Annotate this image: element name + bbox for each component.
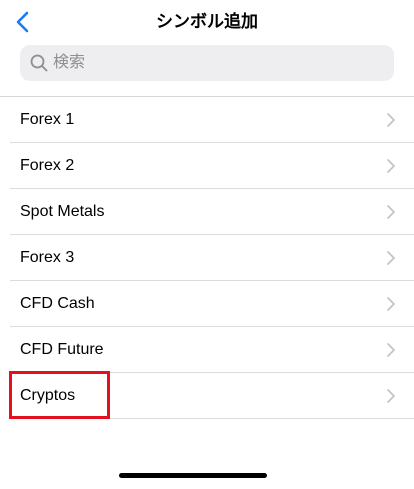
highlight-annotation-box bbox=[9, 371, 110, 419]
list-item-forex-2[interactable]: Forex 2 bbox=[0, 143, 414, 189]
list-item-cfd-cash[interactable]: CFD Cash bbox=[0, 281, 414, 327]
chevron-right-icon bbox=[387, 205, 395, 219]
navigation-bar: シンボル追加 bbox=[0, 0, 414, 44]
chevron-right-icon bbox=[387, 113, 395, 127]
list-item-label: Forex 1 bbox=[20, 111, 75, 128]
search-icon bbox=[28, 52, 50, 74]
list-item-spot-metals[interactable]: Spot Metals bbox=[0, 189, 414, 235]
list-item-cfd-future[interactable]: CFD Future bbox=[0, 327, 414, 373]
chevron-right-icon bbox=[387, 343, 395, 357]
chevron-right-icon bbox=[387, 159, 395, 173]
list-item-label: CFD Cash bbox=[20, 295, 95, 312]
list-item-label: Spot Metals bbox=[20, 203, 105, 220]
list-item-label: CFD Future bbox=[20, 341, 104, 358]
search-input[interactable] bbox=[53, 48, 373, 78]
page-title: シンボル追加 bbox=[156, 12, 258, 31]
search-bar[interactable] bbox=[20, 45, 394, 81]
chevron-right-icon bbox=[387, 251, 395, 265]
list-item-forex-1[interactable]: Forex 1 bbox=[0, 97, 414, 143]
chevron-right-icon bbox=[387, 297, 395, 311]
list-item-label: Forex 2 bbox=[20, 157, 75, 174]
list-item-label: Forex 3 bbox=[20, 249, 75, 266]
home-indicator bbox=[119, 473, 267, 478]
chevron-right-icon bbox=[387, 389, 395, 403]
list-item-forex-3[interactable]: Forex 3 bbox=[0, 235, 414, 281]
